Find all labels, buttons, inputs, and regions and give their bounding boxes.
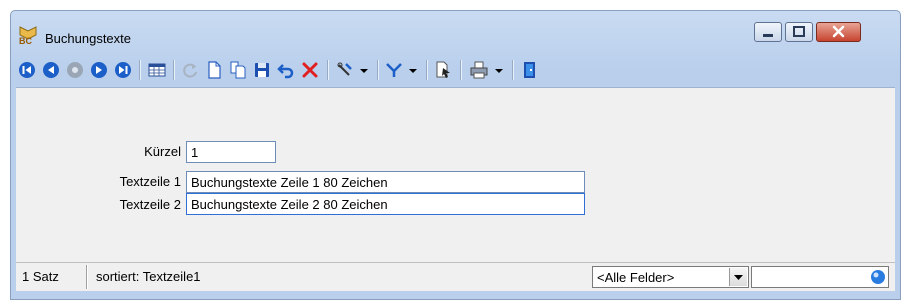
save-icon: [255, 63, 269, 77]
table-view-icon: [148, 63, 166, 77]
svg-text:BC: BC: [19, 36, 32, 45]
field-filter-select[interactable]: <Alle Felder>: [592, 266, 749, 288]
app-icon: BC: [19, 26, 37, 45]
refresh-button[interactable]: [179, 57, 201, 83]
first-record-icon: [19, 62, 35, 78]
application-window: BC Buchungstexte Kürzel 1 Textzeile 1 Bu…: [10, 10, 901, 300]
filter-icon: [386, 63, 402, 77]
search-go-icon[interactable]: [870, 269, 886, 285]
form-area: Kürzel Textzeile 1 Textzeile 2: [16, 87, 895, 262]
status-bar: 1 Satz sortiert: Textzeile1 <Alle Felder…: [16, 262, 895, 291]
chevron-down-icon: [734, 275, 743, 280]
new-document-button[interactable]: [203, 57, 225, 83]
record-disabled-button[interactable]: [64, 57, 86, 83]
toolbar-separator: [377, 60, 378, 80]
tools-button[interactable]: [334, 57, 356, 83]
previous-record-icon: [43, 62, 59, 78]
refresh-icon: [183, 63, 197, 78]
textzeile1-label: Textzeile 1: [119, 174, 181, 189]
print-dropdown-button[interactable]: [492, 57, 506, 83]
kuerzel-field[interactable]: [186, 141, 276, 163]
copy-button[interactable]: [227, 57, 249, 83]
toolbar-separator: [426, 60, 427, 80]
previous-record-button[interactable]: [40, 57, 62, 83]
last-record-icon: [115, 62, 131, 78]
toolbar-separator: [139, 60, 140, 80]
toolbar-separator: [173, 60, 174, 80]
textzeile2-label: Textzeile 2: [119, 197, 181, 212]
undo-button[interactable]: [275, 57, 297, 83]
field-filter-dropdown-button[interactable]: [729, 268, 747, 286]
close-button[interactable]: [816, 22, 861, 42]
toolbar-separator: [512, 60, 513, 80]
tools-dropdown-button[interactable]: [357, 57, 371, 83]
status-separator: [86, 265, 87, 289]
exit-button[interactable]: [518, 57, 540, 83]
undo-icon: [277, 64, 294, 79]
textzeile1-field[interactable]: [186, 171, 585, 193]
chevron-down-icon: [360, 69, 368, 73]
record-count: 1 Satz: [22, 269, 59, 284]
chevron-down-icon: [495, 69, 503, 73]
toolbar-separator: [460, 60, 461, 80]
print-button[interactable]: [468, 57, 490, 83]
maximize-button[interactable]: [785, 22, 813, 42]
maximize-icon: [793, 26, 805, 37]
tools-icon: [337, 62, 352, 76]
first-record-button[interactable]: [16, 57, 38, 83]
minimize-icon: [763, 34, 773, 37]
filter-button[interactable]: [383, 57, 405, 83]
chevron-down-icon: [409, 69, 417, 73]
field-filter-value: <Alle Felder>: [597, 270, 675, 285]
toolbar: [16, 57, 896, 83]
copy-icon: [230, 61, 246, 79]
record-disabled-icon: [67, 62, 83, 78]
toolbar-separator: [327, 60, 328, 80]
filter-dropdown-button[interactable]: [406, 57, 420, 83]
next-record-button[interactable]: [88, 57, 110, 83]
delete-icon: [302, 62, 318, 78]
exit-icon: [524, 62, 535, 78]
kuerzel-label: Kürzel: [144, 144, 181, 159]
minimize-button[interactable]: [754, 22, 782, 42]
document-select-button[interactable]: [432, 57, 454, 83]
last-record-button[interactable]: [112, 57, 134, 83]
new-document-icon: [208, 61, 221, 79]
close-icon: [832, 25, 845, 38]
save-button[interactable]: [251, 57, 273, 83]
delete-button[interactable]: [299, 57, 321, 83]
window-title: Buchungstexte: [45, 31, 132, 46]
title-bar[interactable]: BC Buchungstexte: [11, 11, 900, 55]
document-select-icon: [436, 61, 450, 78]
sort-status: sortiert: Textzeile1: [96, 269, 201, 284]
print-icon: [470, 61, 488, 79]
next-record-icon: [91, 62, 107, 78]
table-view-button[interactable]: [146, 57, 168, 83]
textzeile2-field[interactable]: [186, 193, 585, 215]
search-field[interactable]: [751, 266, 889, 288]
